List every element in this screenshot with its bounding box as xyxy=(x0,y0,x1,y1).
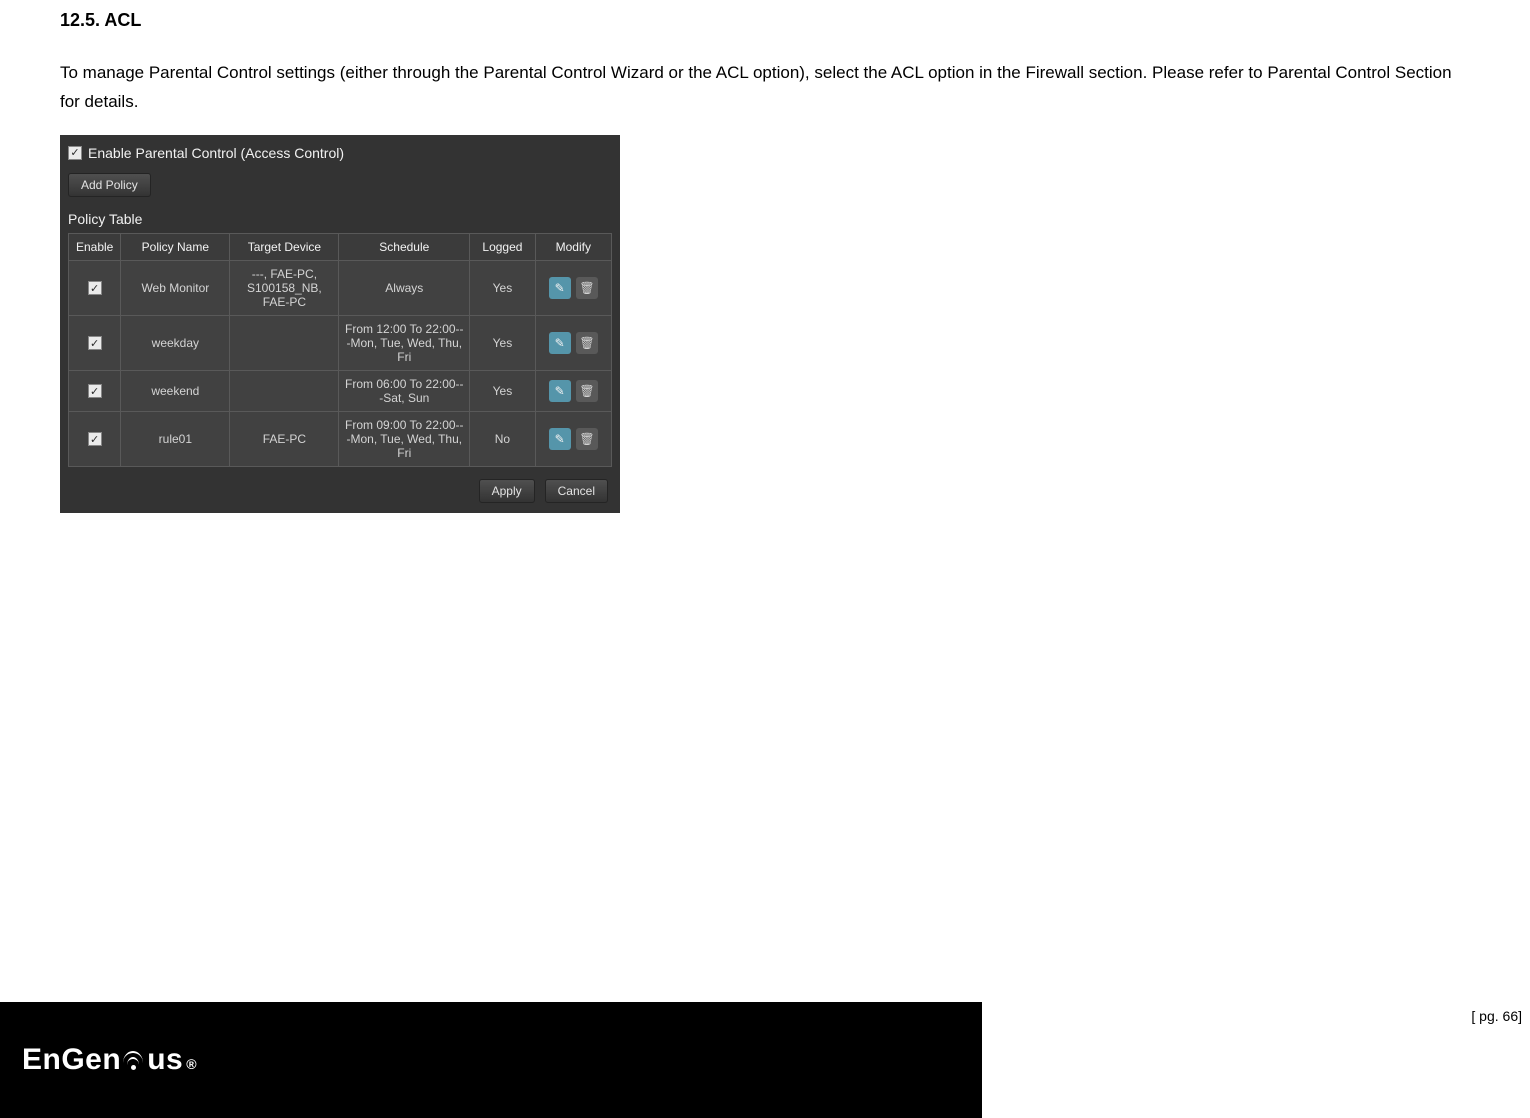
section-body-text: To manage Parental Control settings (eit… xyxy=(60,59,1470,117)
row-enable-checkbox[interactable]: ✓ xyxy=(88,281,102,295)
row-logged: No xyxy=(470,411,535,466)
table-row: ✓ weekday From 12:00 To 22:00---Mon, Tue… xyxy=(69,315,612,370)
col-modify: Modify xyxy=(535,233,611,260)
row-target-device: FAE-PC xyxy=(230,411,339,466)
edit-icon[interactable]: ✎ xyxy=(549,277,571,299)
row-policy-name: Web Monitor xyxy=(121,260,230,315)
registered-icon: ® xyxy=(186,1056,197,1072)
row-policy-name: weekend xyxy=(121,370,230,411)
row-logged: Yes xyxy=(470,315,535,370)
edit-icon[interactable]: ✎ xyxy=(549,428,571,450)
delete-icon[interactable]: 🗑 xyxy=(576,380,598,402)
row-logged: Yes xyxy=(470,370,535,411)
enable-parental-control-label: Enable Parental Control (Access Control) xyxy=(88,145,344,161)
table-row: ✓ weekend From 06:00 To 22:00---Sat, Sun… xyxy=(69,370,612,411)
col-enable: Enable xyxy=(69,233,121,260)
row-target-device: ---, FAE-PC, S100158_NB, FAE-PC xyxy=(230,260,339,315)
cancel-button[interactable]: Cancel xyxy=(545,479,608,503)
table-row: ✓ rule01 FAE-PC From 09:00 To 22:00---Mo… xyxy=(69,411,612,466)
policy-table-title: Policy Table xyxy=(68,211,612,227)
delete-icon[interactable]: 🗑 xyxy=(576,332,598,354)
row-policy-name: rule01 xyxy=(121,411,230,466)
col-schedule: Schedule xyxy=(339,233,470,260)
apply-button[interactable]: Apply xyxy=(479,479,535,503)
row-logged: Yes xyxy=(470,260,535,315)
row-enable-checkbox[interactable]: ✓ xyxy=(88,432,102,446)
row-target-device xyxy=(230,370,339,411)
row-schedule: Always xyxy=(339,260,470,315)
col-target-device: Target Device xyxy=(230,233,339,260)
section-title: 12.5. ACL xyxy=(60,10,1470,31)
row-target-device xyxy=(230,315,339,370)
row-schedule: From 12:00 To 22:00---Mon, Tue, Wed, Thu… xyxy=(339,315,470,370)
delete-icon[interactable]: 🗑 xyxy=(576,277,598,299)
logo-text-us: us xyxy=(147,1043,183,1077)
add-policy-button[interactable]: Add Policy xyxy=(68,173,151,197)
acl-screenshot-panel: ✓ Enable Parental Control (Access Contro… xyxy=(60,135,620,513)
delete-icon[interactable]: 🗑 xyxy=(576,428,598,450)
enable-parental-control-checkbox[interactable]: ✓ xyxy=(68,146,82,160)
enable-parental-control-row: ✓ Enable Parental Control (Access Contro… xyxy=(68,141,612,169)
action-row: Apply Cancel xyxy=(68,479,612,503)
col-logged: Logged xyxy=(470,233,535,260)
logo-text-en: EnGen xyxy=(22,1043,121,1077)
engenius-logo: EnGen us ® xyxy=(22,1043,197,1077)
col-policy-name: Policy Name xyxy=(121,233,230,260)
row-schedule: From 06:00 To 22:00---Sat, Sun xyxy=(339,370,470,411)
table-row: ✓ Web Monitor ---, FAE-PC, S100158_NB, F… xyxy=(69,260,612,315)
page-number: [ pg. 66] xyxy=(1471,1008,1522,1024)
edit-icon[interactable]: ✎ xyxy=(549,380,571,402)
row-policy-name: weekday xyxy=(121,315,230,370)
policy-table: Enable Policy Name Target Device Schedul… xyxy=(68,233,612,467)
row-enable-checkbox[interactable]: ✓ xyxy=(88,384,102,398)
footer-band: EnGen us ® xyxy=(0,1002,982,1118)
row-enable-checkbox[interactable]: ✓ xyxy=(88,336,102,350)
table-header-row: Enable Policy Name Target Device Schedul… xyxy=(69,233,612,260)
row-schedule: From 09:00 To 22:00---Mon, Tue, Wed, Thu… xyxy=(339,411,470,466)
edit-icon[interactable]: ✎ xyxy=(549,332,571,354)
